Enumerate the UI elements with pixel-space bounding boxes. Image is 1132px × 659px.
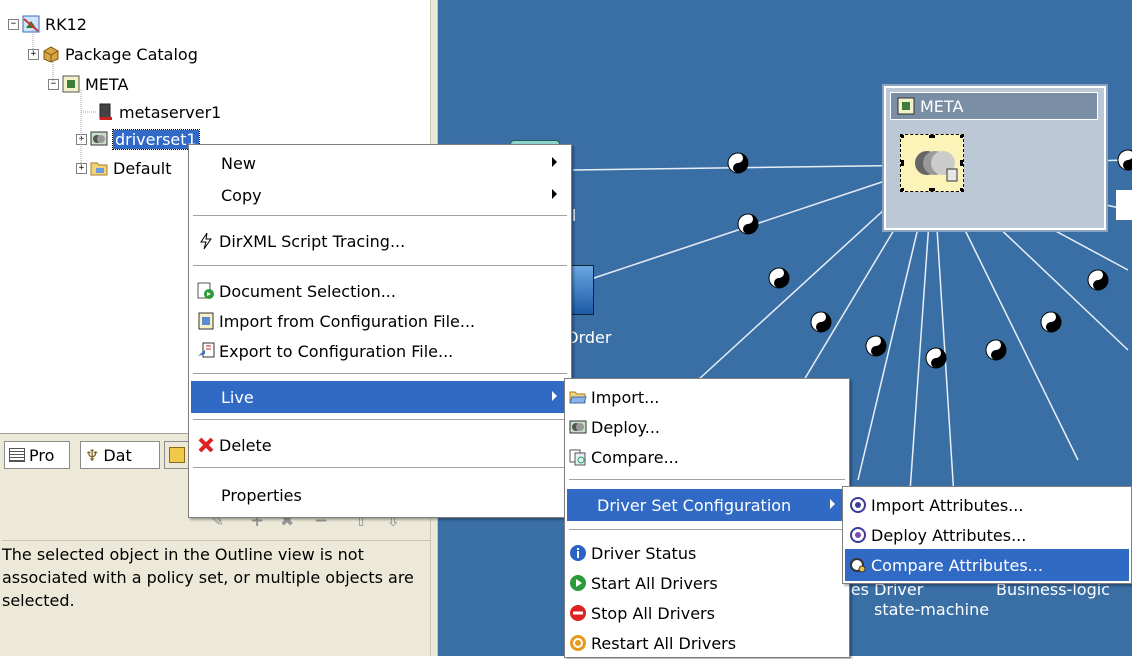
- menu-item-restart-all-drivers[interactable]: Restart All Drivers: [567, 627, 847, 659]
- menu-label: Driver Status: [591, 543, 697, 563]
- submenu-arrow-icon: [830, 499, 835, 509]
- stop-icon: [569, 604, 587, 622]
- menu-item-import[interactable]: Import...: [567, 381, 847, 413]
- menu-label: Live: [221, 387, 254, 407]
- import-config-icon: [197, 312, 215, 330]
- submenu-arrow-icon: [552, 391, 557, 401]
- menu-item-driver-set-configuration[interactable]: Driver Set Configuration: [567, 489, 847, 521]
- menu-label: Compare Attributes...: [871, 555, 1043, 575]
- menu-label: Properties: [221, 485, 302, 505]
- menu-label: Copy: [221, 185, 262, 205]
- policy-message: The selected object in the Outline view …: [2, 545, 414, 610]
- menu-label: New: [221, 153, 256, 173]
- menu-item-compare[interactable]: Compare...: [567, 441, 847, 473]
- menu-item-copy[interactable]: Copy: [191, 179, 569, 211]
- menu-label: Import Attributes...: [871, 495, 1024, 515]
- deploy-attributes-icon: [849, 526, 867, 544]
- policy-icon: [169, 447, 185, 463]
- driver-set-config-submenu: Import Attributes... Deploy Attributes..…: [842, 486, 1132, 584]
- context-menu: New Copy DirXML Script Tracing... Docume…: [188, 144, 572, 518]
- tab-label: Dat: [103, 445, 132, 465]
- delete-icon: [197, 436, 215, 454]
- open-folder-icon: [569, 388, 587, 406]
- menu-label: Delete: [219, 435, 272, 455]
- menu-item-export-config[interactable]: Export to Configuration File...: [191, 335, 569, 367]
- meta-box-title: META: [920, 96, 964, 116]
- driver-set-icon: [897, 97, 915, 115]
- menu-item-live[interactable]: Live: [191, 381, 569, 413]
- restart-icon: [569, 634, 587, 652]
- menu-item-compare-attributes[interactable]: Compare Attributes...: [845, 549, 1129, 581]
- menu-label: Export to Configuration File...: [219, 341, 454, 361]
- menu-separator: [193, 215, 567, 216]
- menu-separator: [569, 479, 845, 480]
- meta-driver-set-box[interactable]: META: [884, 86, 1106, 230]
- menu-item-import-attributes[interactable]: Import Attributes...: [845, 489, 1129, 521]
- menu-item-dirxml-tracing[interactable]: DirXML Script Tracing...: [191, 225, 569, 257]
- driver-label: Order: [566, 328, 612, 347]
- menu-item-start-all-drivers[interactable]: Start All Drivers: [567, 567, 847, 599]
- menu-label: Document Selection...: [219, 281, 396, 301]
- tab-label: Pro: [29, 445, 55, 465]
- driverset-graphic-icon: [901, 135, 963, 191]
- start-icon: [569, 574, 587, 592]
- menu-label: Deploy...: [591, 417, 660, 437]
- menu-item-delete[interactable]: Delete: [191, 429, 569, 461]
- menu-label: DirXML Script Tracing...: [219, 231, 406, 251]
- menu-label: Import...: [591, 387, 660, 407]
- tab-properties[interactable]: Pro: [4, 441, 70, 469]
- menu-separator: [193, 373, 567, 374]
- menu-label: Stop All Drivers: [591, 603, 715, 623]
- submenu-arrow-icon: [552, 157, 557, 167]
- lightning-icon: [197, 232, 215, 250]
- import-attributes-icon: [849, 496, 867, 514]
- menu-item-properties[interactable]: Properties: [191, 479, 569, 511]
- menu-label: Start All Drivers: [591, 573, 718, 593]
- selected-driverset-node[interactable]: [900, 134, 964, 192]
- meta-box-header: META: [890, 92, 1098, 120]
- menu-item-deploy-attributes[interactable]: Deploy Attributes...: [845, 519, 1129, 551]
- menu-label: Restart All Drivers: [591, 633, 737, 653]
- menu-item-deploy[interactable]: Deploy...: [567, 411, 847, 443]
- info-icon: [569, 544, 587, 562]
- menu-label: Driver Set Configuration: [597, 495, 792, 515]
- tab-data-flow[interactable]: ♆ Dat: [80, 441, 160, 469]
- tree-connector-lines: [32, 30, 96, 168]
- menu-separator: [193, 265, 567, 266]
- menu-item-document-selection[interactable]: Document Selection...: [191, 275, 569, 307]
- live-submenu: Import... Deploy... Compare... Driver Se…: [564, 378, 850, 658]
- properties-icon: [9, 448, 25, 462]
- menu-item-new[interactable]: New: [191, 147, 569, 179]
- menu-item-driver-status[interactable]: Driver Status: [567, 537, 847, 569]
- menu-label: Deploy Attributes...: [871, 525, 1027, 545]
- data-flow-icon: ♆: [85, 445, 100, 465]
- compare-icon: [569, 448, 587, 466]
- compare-attributes-icon: [849, 556, 867, 574]
- document-selection-icon: [197, 282, 215, 300]
- menu-separator: [193, 467, 567, 468]
- menu-separator: [569, 529, 845, 530]
- menu-label: Import from Configuration File...: [219, 311, 476, 331]
- menu-separator: [193, 419, 567, 420]
- menu-label: Compare...: [591, 447, 679, 467]
- menu-item-stop-all-drivers[interactable]: Stop All Drivers: [567, 597, 847, 629]
- deploy-icon: [569, 418, 587, 436]
- driver-label: state-machine: [874, 600, 990, 619]
- driver-node-icon[interactable]: [1116, 190, 1132, 220]
- menu-item-import-config[interactable]: Import from Configuration File...: [191, 305, 569, 337]
- submenu-arrow-icon: [552, 189, 557, 199]
- export-config-icon: [197, 342, 215, 360]
